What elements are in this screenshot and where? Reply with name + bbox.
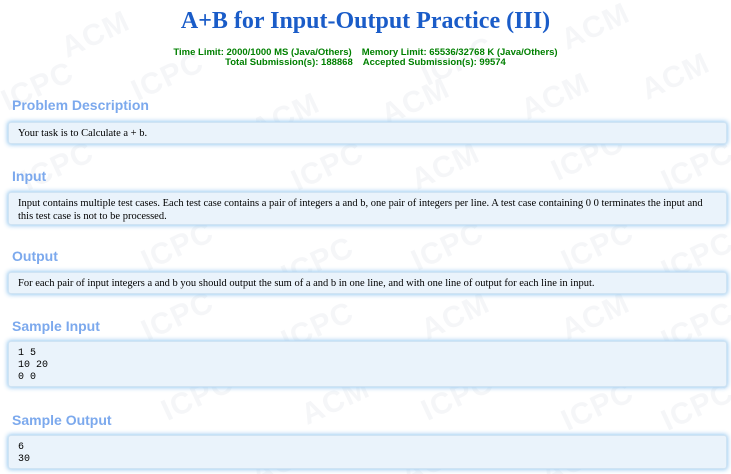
input-heading: Input <box>12 168 47 184</box>
output-heading: Output <box>12 248 58 264</box>
sample-output-heading: Sample Output <box>12 412 112 428</box>
problem-title: A+B for Input-Output Practice (III) <box>180 8 551 34</box>
output-panel: For each pair of input integers a and b … <box>8 272 727 294</box>
watermark-background: ACM ACM ICPC ICPC ICPC ACM ACM ACM ACM I… <box>0 0 731 474</box>
sample-output-panel: 6 30 <box>8 435 727 469</box>
problem-description-panel: Your task is to Calculate a + b. <box>8 122 727 144</box>
problem-page: A+B for Input-Output Practice (III) Time… <box>0 0 731 469</box>
accepted-submissions: Accepted Submission(s): 99574 <box>362 57 506 68</box>
problem-description-heading: Problem Description <box>12 97 149 113</box>
total-submissions: Total Submission(s): 188868 <box>225 57 353 68</box>
problem-limits: Time Limit: 2000/1000 MS (Java/Others) Me… <box>0 48 731 68</box>
sample-input-panel: 1 5 10 20 0 0 <box>8 341 727 387</box>
input-panel: Input contains multiple test cases. Each… <box>8 192 727 225</box>
sample-input-heading: Sample Input <box>12 318 100 334</box>
